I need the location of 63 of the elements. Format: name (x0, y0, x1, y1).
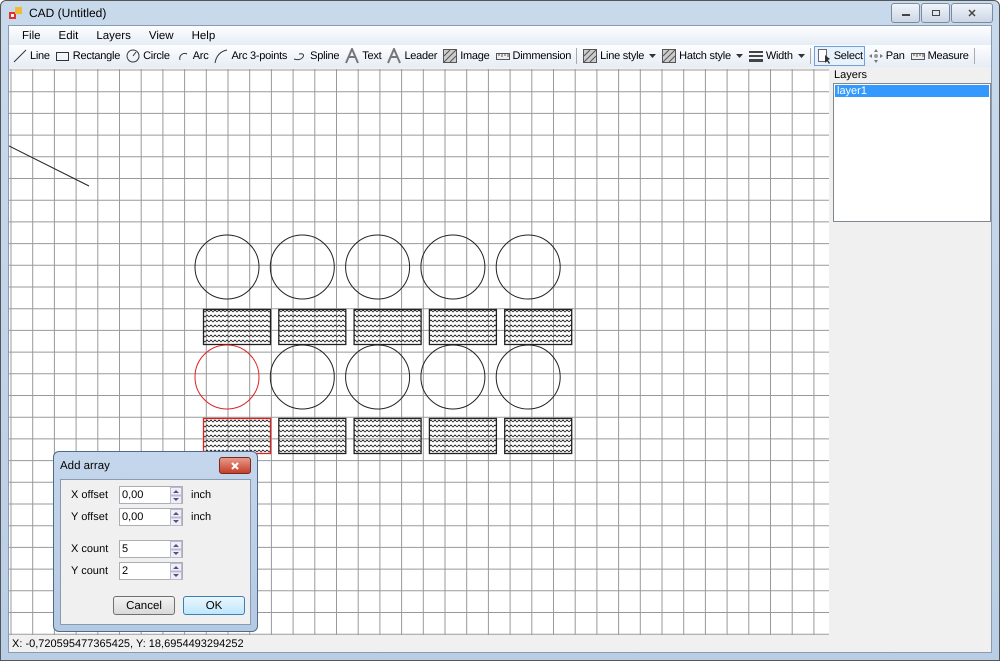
number-field[interactable]: 2 (119, 562, 183, 580)
dropdown-button[interactable]: Hatch style (659, 46, 745, 66)
spinner-arrows-icon[interactable] (170, 508, 182, 526)
hatch-icon (582, 48, 598, 64)
dialog-button[interactable]: Cancel (113, 596, 175, 615)
tool-button[interactable]: Circle (123, 46, 172, 66)
unit-label: inch (191, 511, 212, 523)
tool-button[interactable]: Image (440, 46, 492, 66)
line-icon (12, 48, 28, 64)
close-button[interactable] (219, 457, 251, 474)
lines-icon (748, 48, 764, 64)
status-text: X: -0,720595477365425, Y: 18,6954493294252 (11, 636, 245, 652)
tool-button[interactable]: Arc (172, 46, 210, 66)
caret-icon (798, 54, 805, 58)
circle-icon (125, 48, 142, 64)
caret-icon (736, 54, 743, 58)
move-arrows-icon (868, 48, 884, 64)
tool-button[interactable]: Select (814, 46, 865, 66)
minimize-button[interactable] (891, 3, 920, 23)
number-field[interactable]: 0,00 (119, 486, 183, 504)
tool-button[interactable]: Pan (866, 46, 907, 66)
hatch-icon (661, 48, 678, 64)
panel-title: Layers (833, 69, 868, 81)
tool-button[interactable]: Line (10, 46, 52, 66)
menu-item[interactable]: Help (182, 30, 224, 42)
letter-a-icon (344, 48, 360, 64)
dropdown-button[interactable]: Line style (580, 46, 658, 66)
dialog-title: Add array (60, 460, 110, 472)
hatch-icon (442, 48, 458, 64)
field-label: X offset (71, 489, 110, 501)
unit-label: inch (191, 489, 212, 501)
spinner-arrows-icon[interactable] (170, 486, 182, 504)
spinner-arrows-icon[interactable] (170, 540, 182, 558)
close-icon (230, 462, 240, 470)
tool-button[interactable]: Text (342, 46, 384, 66)
letter-a-icon (386, 48, 402, 64)
number-field[interactable]: 5 (119, 540, 183, 558)
caret-icon (649, 54, 656, 58)
dropdown-button[interactable]: Width (746, 46, 807, 66)
close-icon (967, 9, 977, 17)
tool-button[interactable]: Rectangle (52, 46, 122, 66)
menu-item[interactable]: Layers (87, 30, 140, 42)
tool-button[interactable]: Leader (384, 46, 440, 66)
field-label: Y offset (71, 511, 109, 523)
tool-button[interactable]: Measure (908, 46, 971, 66)
drawing-canvas[interactable] (9, 69, 829, 635)
dialog-button[interactable]: OK (183, 596, 245, 615)
menu-item[interactable]: File (13, 30, 50, 42)
window-title: CAD (Untitled) (29, 6, 106, 20)
field-label: X count (71, 543, 110, 555)
arc-icon (213, 48, 230, 64)
maximize-button[interactable] (921, 3, 950, 23)
field-label: Y count (71, 565, 110, 577)
menu-item[interactable]: Edit (50, 30, 88, 42)
menu-item[interactable]: View (140, 30, 183, 42)
maximize-icon (930, 9, 940, 17)
app-icon (9, 6, 23, 20)
tool-button[interactable]: Arc 3-points (211, 46, 290, 66)
tool-button[interactable]: Dimmension (492, 46, 574, 66)
tool-button[interactable]: Spline (290, 46, 342, 66)
number-field[interactable]: 0,00 (119, 508, 183, 526)
spinner-arrows-icon[interactable] (170, 562, 182, 580)
document-pointer-icon (816, 48, 832, 64)
